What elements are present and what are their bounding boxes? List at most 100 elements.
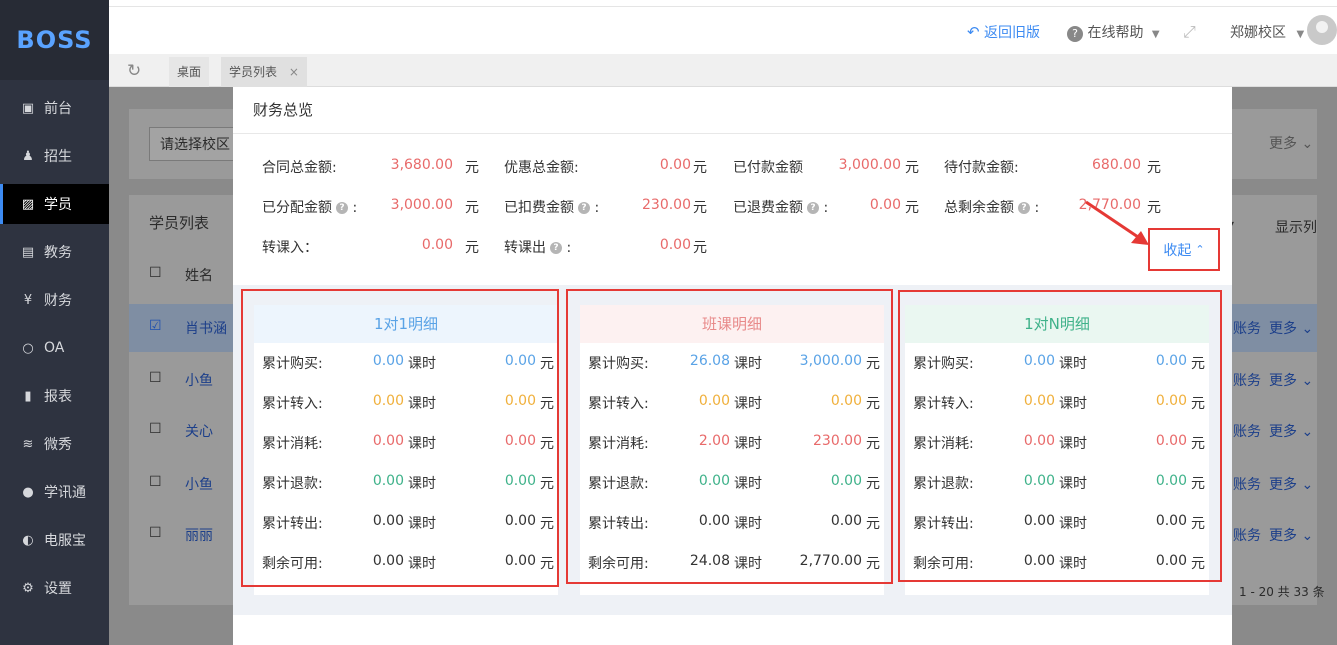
summary-unit: 元 [905, 160, 919, 176]
sidebar-item-label: 电服宝 [44, 533, 86, 549]
annotation-arrow-icon [1085, 200, 1149, 245]
collapse-button[interactable]: 收起 ⌃ [1148, 228, 1220, 271]
sidebar-item-2[interactable]: ▨ 学员 [0, 184, 109, 224]
undo-icon: ↶ [967, 23, 980, 41]
row-account-link[interactable]: 账务 [1233, 318, 1261, 338]
summary-value: 3,000.00 [838, 157, 901, 173]
summary-label: 待付款金额: [944, 160, 1019, 176]
summary-unit: 元 [465, 200, 479, 216]
tab-desktop[interactable]: 桌面 [169, 57, 210, 87]
gear-icon: ⚙ [22, 580, 34, 596]
summary-label: 转课入： [262, 240, 318, 256]
close-icon[interactable]: × [289, 65, 299, 79]
chevron-down-icon: ⌄ [1297, 373, 1314, 389]
online-help-menu[interactable]: ? 在线帮助 ▼ [1067, 22, 1160, 42]
row-account-link[interactable]: 账务 [1233, 370, 1261, 390]
sidebar-item-label: 教务 [44, 245, 72, 261]
sidebar-item-label: 学员 [44, 197, 72, 213]
sidebar-item-10[interactable]: ⚙ 设置 [0, 568, 109, 608]
row-more-menu[interactable]: 更多 ⌄ [1269, 421, 1313, 441]
pagination-info: 1 - 20 共 33 条 [1239, 585, 1325, 599]
row-checkbox[interactable]: ☐ [149, 474, 162, 490]
more-filter-link[interactable]: 更多 ⌄ [1269, 133, 1313, 153]
back-old-version-link[interactable]: ↶ 返回旧版 [967, 22, 1040, 42]
phone-d-icon: ◐ [22, 532, 34, 548]
sidebar-item-1[interactable]: ♟ 招生 [0, 136, 109, 176]
location-pin-icon: ● [22, 484, 34, 500]
annotation-frame [241, 289, 559, 587]
row-checkbox[interactable]: ☑ [149, 318, 162, 334]
sidebar-item-label: 前台 [44, 101, 72, 117]
monitor-icon: ▣ [21, 100, 35, 116]
student-card-icon: ▨ [21, 196, 35, 212]
annotation-frame [898, 290, 1222, 582]
col-name-header: 姓名 [185, 268, 213, 284]
chevron-down-icon: ⌄ [1301, 136, 1314, 152]
campus-select[interactable]: 请选择校区 [149, 127, 241, 161]
sidebar-item-label: 设置 [44, 581, 72, 597]
sidebar-item-9[interactable]: ◐ 电服宝 [0, 520, 109, 560]
summary-unit: 元 [693, 160, 707, 176]
list-title: 学员列表 [149, 214, 210, 232]
summary-label: 优惠总金额: [504, 160, 579, 176]
sidebar-item-6[interactable]: ▮ 报表 [0, 376, 109, 416]
summary-value: 0.00 [869, 197, 901, 213]
chevron-down-icon: ⌄ [1297, 477, 1314, 493]
chat-icon: ○ [22, 340, 34, 356]
row-account-link[interactable]: 账务 [1233, 525, 1261, 545]
row-checkbox[interactable]: ☐ [149, 525, 162, 541]
row-account-link[interactable]: 账务 [1233, 421, 1261, 441]
summary-value: 0.00 [421, 237, 453, 253]
row-more-menu[interactable]: 更多 ⌄ [1269, 370, 1313, 390]
sidebar-item-7[interactable]: ≋ 微秀 [0, 424, 109, 464]
summary-unit: 元 [905, 200, 919, 216]
top-header: ↶ 返回旧版 ? 在线帮助 ▼ ⤢ 郑娜校区 ▼ [109, 6, 1337, 54]
fullscreen-icon[interactable]: ⤢ [1183, 22, 1196, 42]
summary-value: 0.00 [659, 157, 691, 173]
student-name-link[interactable]: 小鱼 [185, 474, 213, 494]
chevron-up-icon: ⌃ [1195, 243, 1205, 256]
summary-value: 3,000.00 [390, 197, 453, 213]
refresh-icon[interactable]: ↻ [127, 61, 141, 81]
summary-unit: 元 [693, 200, 707, 216]
sidebar-item-label: 财务 [44, 293, 72, 309]
user-plus-icon: ♟ [22, 148, 34, 164]
student-name-link[interactable]: 丽丽 [185, 525, 213, 545]
sidebar: BOSS ▣ 前台 ♟ 招生 ▨ 学员 ▤ 教务 ¥ 财务 ○ OA ▮ 报表 ≋ 微秀 ● 学讯通 ◐ 电服宝 ⚙ 设置 [0, 0, 109, 645]
summary-value: 230.00 [642, 197, 691, 213]
boss-logo[interactable]: BOSS [16, 26, 92, 54]
sidebar-item-5[interactable]: ○ OA [0, 328, 109, 368]
student-name-link[interactable]: 小鱼 [185, 370, 213, 390]
tab-student-list[interactable]: 学员列表 × [221, 57, 307, 87]
row-account-link[interactable]: 账务 [1233, 474, 1261, 494]
campus-switcher[interactable]: 郑娜校区 ▼ [1230, 22, 1304, 42]
divider [233, 133, 1232, 134]
avatar[interactable] [1307, 15, 1337, 45]
question-circle-icon: ? [1067, 26, 1083, 42]
row-checkbox[interactable]: ☐ [149, 421, 162, 437]
chevron-down-icon: ⌄ [1297, 424, 1314, 440]
summary-value: 3,680.00 [390, 157, 453, 173]
row-more-menu[interactable]: 更多 ⌄ [1269, 318, 1313, 338]
columns-button[interactable]: 显示列 [1275, 217, 1317, 237]
sidebar-item-4[interactable]: ¥ 财务 [0, 280, 109, 320]
tabs-bar: ↻ 桌面 学员列表 × [109, 54, 1337, 87]
sidebar-item-0[interactable]: ▣ 前台 [0, 88, 109, 128]
sidebar-item-3[interactable]: ▤ 教务 [0, 232, 109, 272]
sidebar-item-8[interactable]: ● 学讯通 [0, 472, 109, 512]
student-name-link[interactable]: 关心 [185, 421, 213, 441]
row-more-menu[interactable]: 更多 ⌄ [1269, 525, 1313, 545]
select-all-checkbox[interactable]: ☐ [149, 265, 162, 281]
caret-down-icon: ▼ [1296, 29, 1305, 40]
summary-label: 合同总金额: [262, 160, 337, 176]
bar-chart-icon: ▮ [24, 388, 32, 404]
row-more-menu[interactable]: 更多 ⌄ [1269, 474, 1313, 494]
summary-unit: 元 [1147, 160, 1161, 176]
xiu-icon: ≋ [22, 436, 34, 452]
help-tooltip-icon[interactable]: ? [550, 242, 562, 254]
sidebar-item-label: 学讯通 [44, 485, 86, 501]
sidebar-item-label: 报表 [44, 389, 72, 405]
chevron-down-icon: ⌄ [1297, 528, 1314, 544]
row-checkbox[interactable]: ☐ [149, 370, 162, 386]
student-name-link[interactable]: 肖书涵 [185, 318, 227, 338]
